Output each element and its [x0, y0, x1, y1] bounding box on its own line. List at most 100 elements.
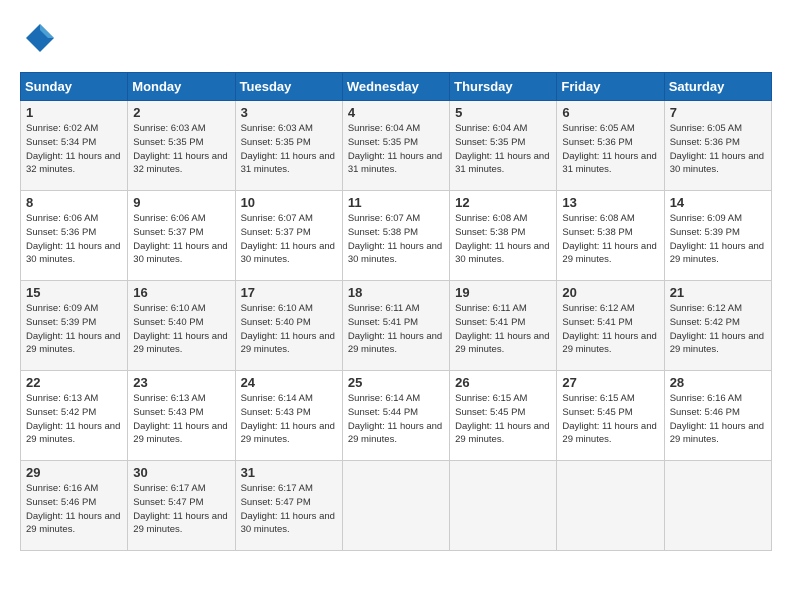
calendar-cell: 10 Sunrise: 6:07 AMSunset: 5:37 PMDaylig…	[235, 191, 342, 281]
day-info: Sunrise: 6:13 AMSunset: 5:42 PMDaylight:…	[26, 393, 120, 445]
day-info: Sunrise: 6:05 AMSunset: 5:36 PMDaylight:…	[562, 123, 656, 175]
day-number: 30	[133, 465, 229, 480]
day-info: Sunrise: 6:08 AMSunset: 5:38 PMDaylight:…	[562, 213, 656, 265]
calendar-cell: 25 Sunrise: 6:14 AMSunset: 5:44 PMDaylig…	[342, 371, 449, 461]
calendar-cell: 24 Sunrise: 6:14 AMSunset: 5:43 PMDaylig…	[235, 371, 342, 461]
logo	[20, 20, 58, 56]
calendar-week-5: 29 Sunrise: 6:16 AMSunset: 5:46 PMDaylig…	[21, 461, 772, 551]
day-number: 22	[26, 375, 122, 390]
day-number: 26	[455, 375, 551, 390]
calendar-cell: 6 Sunrise: 6:05 AMSunset: 5:36 PMDayligh…	[557, 101, 664, 191]
calendar-cell: 4 Sunrise: 6:04 AMSunset: 5:35 PMDayligh…	[342, 101, 449, 191]
calendar-header-row: SundayMondayTuesdayWednesdayThursdayFrid…	[21, 73, 772, 101]
calendar-cell: 17 Sunrise: 6:10 AMSunset: 5:40 PMDaylig…	[235, 281, 342, 371]
day-number: 1	[26, 105, 122, 120]
day-info: Sunrise: 6:03 AMSunset: 5:35 PMDaylight:…	[241, 123, 335, 175]
day-number: 14	[670, 195, 766, 210]
page-header	[20, 20, 772, 56]
calendar-cell: 11 Sunrise: 6:07 AMSunset: 5:38 PMDaylig…	[342, 191, 449, 281]
calendar-week-3: 15 Sunrise: 6:09 AMSunset: 5:39 PMDaylig…	[21, 281, 772, 371]
day-info: Sunrise: 6:09 AMSunset: 5:39 PMDaylight:…	[26, 303, 120, 355]
calendar-cell: 5 Sunrise: 6:04 AMSunset: 5:35 PMDayligh…	[450, 101, 557, 191]
column-header-thursday: Thursday	[450, 73, 557, 101]
day-number: 4	[348, 105, 444, 120]
calendar-cell: 22 Sunrise: 6:13 AMSunset: 5:42 PMDaylig…	[21, 371, 128, 461]
day-info: Sunrise: 6:15 AMSunset: 5:45 PMDaylight:…	[455, 393, 549, 445]
day-number: 21	[670, 285, 766, 300]
day-number: 3	[241, 105, 337, 120]
day-number: 12	[455, 195, 551, 210]
day-number: 24	[241, 375, 337, 390]
day-info: Sunrise: 6:06 AMSunset: 5:36 PMDaylight:…	[26, 213, 120, 265]
day-number: 7	[670, 105, 766, 120]
day-info: Sunrise: 6:14 AMSunset: 5:43 PMDaylight:…	[241, 393, 335, 445]
column-header-friday: Friday	[557, 73, 664, 101]
calendar-cell: 16 Sunrise: 6:10 AMSunset: 5:40 PMDaylig…	[128, 281, 235, 371]
day-info: Sunrise: 6:08 AMSunset: 5:38 PMDaylight:…	[455, 213, 549, 265]
day-info: Sunrise: 6:07 AMSunset: 5:38 PMDaylight:…	[348, 213, 442, 265]
calendar-cell	[664, 461, 771, 551]
day-number: 18	[348, 285, 444, 300]
calendar-week-1: 1 Sunrise: 6:02 AMSunset: 5:34 PMDayligh…	[21, 101, 772, 191]
calendar-cell: 7 Sunrise: 6:05 AMSunset: 5:36 PMDayligh…	[664, 101, 771, 191]
column-header-tuesday: Tuesday	[235, 73, 342, 101]
day-info: Sunrise: 6:13 AMSunset: 5:43 PMDaylight:…	[133, 393, 227, 445]
day-number: 13	[562, 195, 658, 210]
day-info: Sunrise: 6:12 AMSunset: 5:42 PMDaylight:…	[670, 303, 764, 355]
day-number: 2	[133, 105, 229, 120]
day-number: 19	[455, 285, 551, 300]
day-info: Sunrise: 6:14 AMSunset: 5:44 PMDaylight:…	[348, 393, 442, 445]
day-info: Sunrise: 6:04 AMSunset: 5:35 PMDaylight:…	[455, 123, 549, 175]
day-info: Sunrise: 6:16 AMSunset: 5:46 PMDaylight:…	[670, 393, 764, 445]
calendar-cell: 19 Sunrise: 6:11 AMSunset: 5:41 PMDaylig…	[450, 281, 557, 371]
calendar-cell: 9 Sunrise: 6:06 AMSunset: 5:37 PMDayligh…	[128, 191, 235, 281]
calendar-cell: 23 Sunrise: 6:13 AMSunset: 5:43 PMDaylig…	[128, 371, 235, 461]
calendar-cell: 1 Sunrise: 6:02 AMSunset: 5:34 PMDayligh…	[21, 101, 128, 191]
day-info: Sunrise: 6:02 AMSunset: 5:34 PMDaylight:…	[26, 123, 120, 175]
day-info: Sunrise: 6:03 AMSunset: 5:35 PMDaylight:…	[133, 123, 227, 175]
calendar-cell: 13 Sunrise: 6:08 AMSunset: 5:38 PMDaylig…	[557, 191, 664, 281]
day-info: Sunrise: 6:10 AMSunset: 5:40 PMDaylight:…	[133, 303, 227, 355]
calendar-week-2: 8 Sunrise: 6:06 AMSunset: 5:36 PMDayligh…	[21, 191, 772, 281]
calendar-cell: 27 Sunrise: 6:15 AMSunset: 5:45 PMDaylig…	[557, 371, 664, 461]
column-header-wednesday: Wednesday	[342, 73, 449, 101]
calendar-cell: 3 Sunrise: 6:03 AMSunset: 5:35 PMDayligh…	[235, 101, 342, 191]
calendar-cell: 28 Sunrise: 6:16 AMSunset: 5:46 PMDaylig…	[664, 371, 771, 461]
calendar-week-4: 22 Sunrise: 6:13 AMSunset: 5:42 PMDaylig…	[21, 371, 772, 461]
day-info: Sunrise: 6:07 AMSunset: 5:37 PMDaylight:…	[241, 213, 335, 265]
day-number: 17	[241, 285, 337, 300]
day-number: 23	[133, 375, 229, 390]
column-header-sunday: Sunday	[21, 73, 128, 101]
calendar-cell	[450, 461, 557, 551]
calendar-cell: 20 Sunrise: 6:12 AMSunset: 5:41 PMDaylig…	[557, 281, 664, 371]
calendar-cell: 14 Sunrise: 6:09 AMSunset: 5:39 PMDaylig…	[664, 191, 771, 281]
logo-icon	[22, 20, 58, 56]
day-info: Sunrise: 6:15 AMSunset: 5:45 PMDaylight:…	[562, 393, 656, 445]
day-info: Sunrise: 6:04 AMSunset: 5:35 PMDaylight:…	[348, 123, 442, 175]
day-info: Sunrise: 6:12 AMSunset: 5:41 PMDaylight:…	[562, 303, 656, 355]
day-number: 29	[26, 465, 122, 480]
calendar-cell	[342, 461, 449, 551]
column-header-monday: Monday	[128, 73, 235, 101]
calendar-cell: 30 Sunrise: 6:17 AMSunset: 5:47 PMDaylig…	[128, 461, 235, 551]
day-number: 20	[562, 285, 658, 300]
calendar-cell: 8 Sunrise: 6:06 AMSunset: 5:36 PMDayligh…	[21, 191, 128, 281]
calendar-cell: 29 Sunrise: 6:16 AMSunset: 5:46 PMDaylig…	[21, 461, 128, 551]
calendar-cell: 15 Sunrise: 6:09 AMSunset: 5:39 PMDaylig…	[21, 281, 128, 371]
day-number: 31	[241, 465, 337, 480]
calendar-cell: 18 Sunrise: 6:11 AMSunset: 5:41 PMDaylig…	[342, 281, 449, 371]
day-number: 16	[133, 285, 229, 300]
day-info: Sunrise: 6:05 AMSunset: 5:36 PMDaylight:…	[670, 123, 764, 175]
calendar-cell: 31 Sunrise: 6:17 AMSunset: 5:47 PMDaylig…	[235, 461, 342, 551]
column-header-saturday: Saturday	[664, 73, 771, 101]
day-number: 5	[455, 105, 551, 120]
day-info: Sunrise: 6:17 AMSunset: 5:47 PMDaylight:…	[133, 483, 227, 535]
day-number: 9	[133, 195, 229, 210]
calendar-cell: 26 Sunrise: 6:15 AMSunset: 5:45 PMDaylig…	[450, 371, 557, 461]
day-info: Sunrise: 6:11 AMSunset: 5:41 PMDaylight:…	[455, 303, 549, 355]
day-info: Sunrise: 6:09 AMSunset: 5:39 PMDaylight:…	[670, 213, 764, 265]
day-number: 15	[26, 285, 122, 300]
day-info: Sunrise: 6:16 AMSunset: 5:46 PMDaylight:…	[26, 483, 120, 535]
calendar-cell	[557, 461, 664, 551]
day-number: 11	[348, 195, 444, 210]
